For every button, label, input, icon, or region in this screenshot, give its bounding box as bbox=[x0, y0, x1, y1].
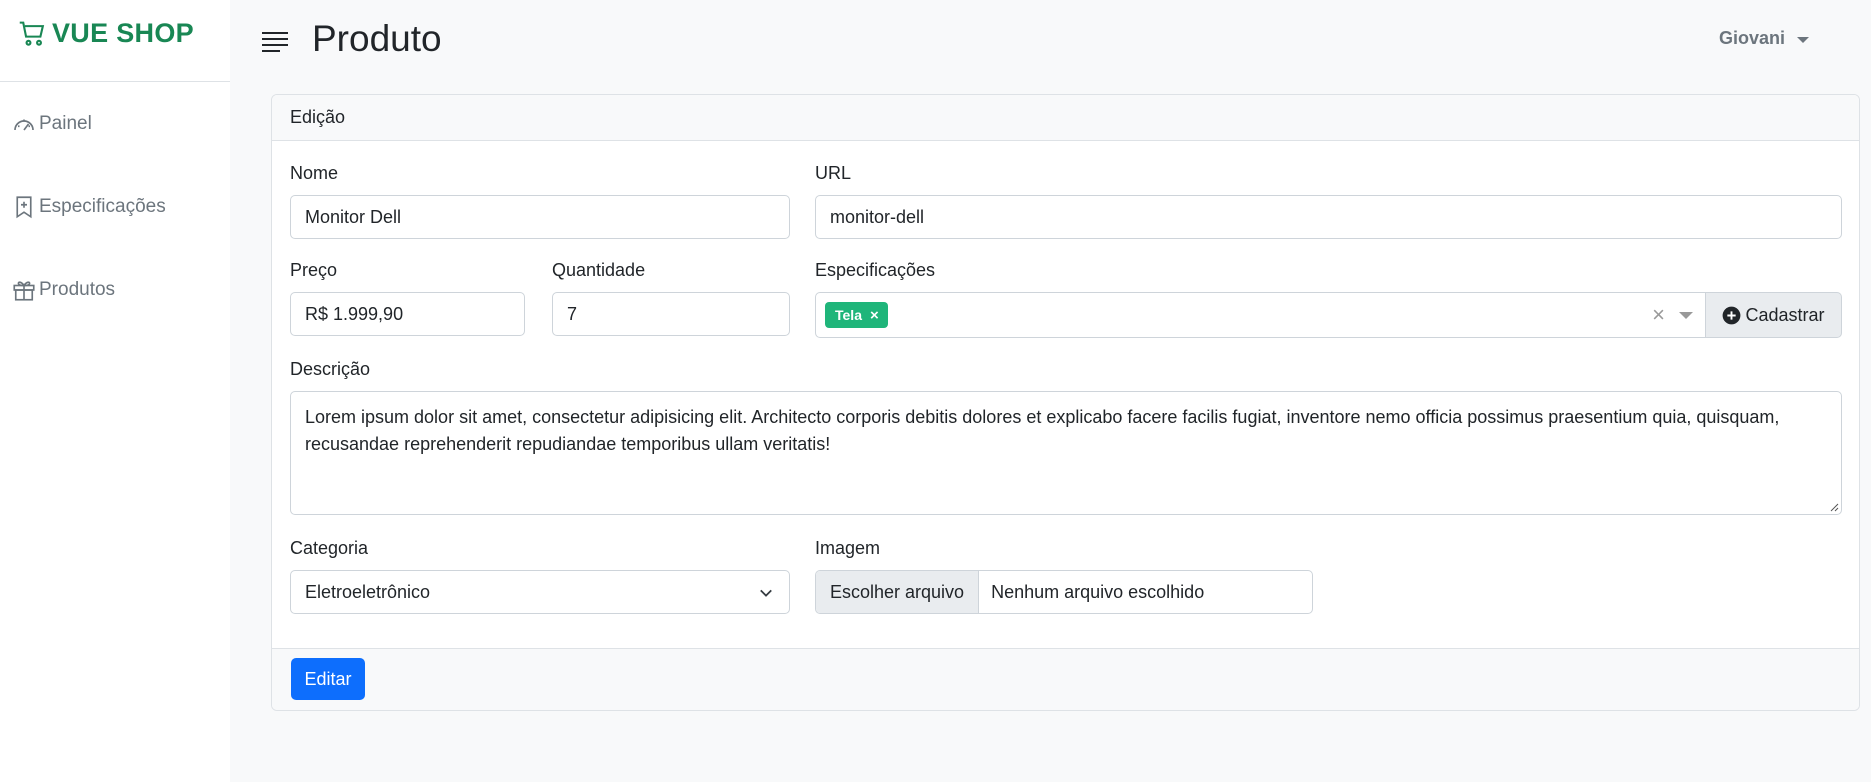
spec-tag-label: Tela bbox=[835, 307, 862, 323]
clear-icon[interactable]: × bbox=[1652, 304, 1665, 326]
editar-button[interactable]: Editar bbox=[291, 658, 365, 700]
brand[interactable]: VUE SHOP bbox=[0, 0, 230, 82]
sidebar: VUE SHOP Painel Especificações Produtos bbox=[0, 0, 230, 782]
sidebar-item-label: Produtos bbox=[39, 278, 116, 300]
preco-label: Preço bbox=[290, 260, 338, 280]
tag-remove-icon[interactable]: × bbox=[870, 307, 879, 324]
sidebar-item-produtos[interactable]: Produtos bbox=[0, 248, 230, 331]
edit-card: Edição Nome Monitor Dell URL monitor-del… bbox=[271, 94, 1860, 711]
chevron-down-icon bbox=[760, 589, 772, 597]
descricao-label: Descrição bbox=[290, 359, 371, 379]
card-title: Edição bbox=[290, 107, 346, 127]
imagem-file-input[interactable]: Escolher arquivo Nenhum arquivo escolhid… bbox=[815, 570, 1313, 614]
bookmark-plus-icon bbox=[16, 195, 32, 218]
preco-input[interactable]: R$ 1.999,90 bbox=[290, 292, 525, 336]
caret-down-icon bbox=[1797, 36, 1809, 43]
cart-icon bbox=[19, 21, 45, 46]
quantidade-input[interactable]: 7 bbox=[552, 292, 790, 336]
descricao-text: Lorem ipsum dolor sit amet, consectetur … bbox=[305, 407, 1780, 454]
categoria-label: Categoria bbox=[290, 538, 369, 558]
card-header: Edição bbox=[272, 95, 1859, 141]
brand-name: VUE SHOP bbox=[52, 18, 194, 48]
file-status: Nenhum arquivo escolhido bbox=[991, 581, 1205, 602]
url-input[interactable]: monitor-dell bbox=[815, 195, 1842, 239]
plus-circle-icon bbox=[1723, 306, 1741, 324]
quantidade-label: Quantidade bbox=[552, 260, 646, 280]
categoria-selected: Eletroeletrônico bbox=[305, 581, 431, 602]
top-header: Produto Giovani bbox=[230, 0, 1871, 82]
descricao-textarea[interactable]: Lorem ipsum dolor sit amet, consectetur … bbox=[290, 391, 1842, 515]
sidebar-item-painel[interactable]: Painel bbox=[0, 82, 230, 165]
spec-tag: Tela × bbox=[825, 302, 888, 328]
choose-file-button[interactable]: Escolher arquivo bbox=[816, 571, 980, 613]
menu-icon[interactable] bbox=[260, 30, 290, 54]
sidebar-item-label: Painel bbox=[39, 112, 92, 134]
user-menu[interactable]: Giovani bbox=[1719, 28, 1809, 49]
especificacoes-multiselect[interactable]: Tela × × bbox=[815, 292, 1706, 338]
nome-label: Nome bbox=[290, 163, 339, 183]
cadastrar-label: Cadastrar bbox=[1745, 304, 1825, 325]
gift-icon bbox=[13, 280, 35, 301]
categoria-select[interactable]: Eletroeletrônico bbox=[290, 570, 790, 614]
sidebar-item-label: Especificações bbox=[39, 195, 166, 217]
url-label: URL bbox=[815, 163, 852, 183]
sidebar-item-especificacoes[interactable]: Especificações bbox=[0, 165, 230, 248]
cadastrar-button[interactable]: Cadastrar bbox=[1706, 292, 1842, 338]
resize-grip-icon[interactable] bbox=[1829, 502, 1839, 512]
nome-input[interactable]: Monitor Dell bbox=[290, 195, 790, 239]
dropdown-caret-icon[interactable] bbox=[1679, 312, 1693, 319]
speedometer-icon bbox=[14, 119, 34, 130]
user-name: Giovani bbox=[1718, 28, 1785, 48]
especificacoes-label: Especificações bbox=[815, 260, 936, 280]
card-footer: Editar bbox=[272, 648, 1859, 710]
page-title: Produto bbox=[312, 18, 442, 59]
imagem-label: Imagem bbox=[815, 538, 881, 558]
